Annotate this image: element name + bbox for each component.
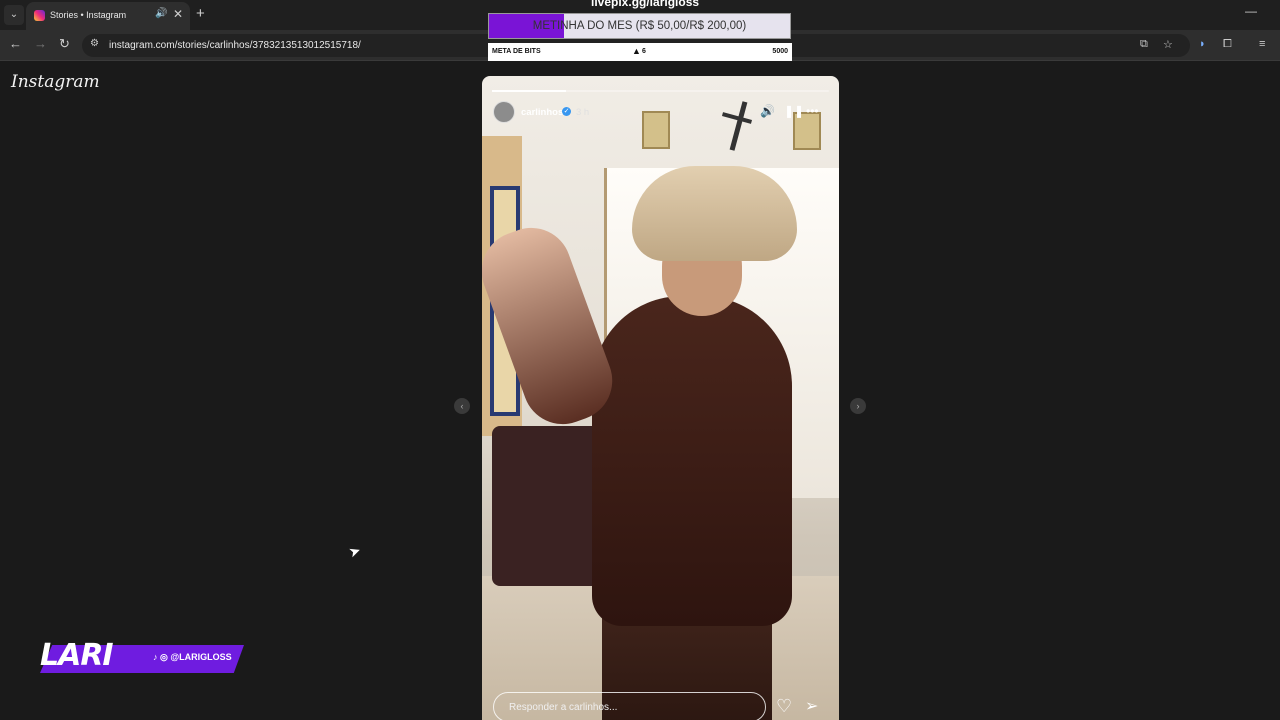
story-progress-bar — [492, 90, 829, 92]
story-username[interactable]: carlinhos — [521, 107, 563, 118]
menu-icon[interactable]: ≡ — [1259, 38, 1265, 50]
close-icon[interactable]: ✕ — [173, 7, 183, 21]
bits-target: 5000 — [772, 48, 788, 55]
more-icon[interactable]: ••• — [806, 104, 819, 118]
avatar[interactable] — [493, 101, 515, 123]
puzzle-icon[interactable]: ⧠ — [1223, 38, 1232, 51]
tab-title: Stories • Instagram — [50, 10, 127, 20]
streamer-handle: @LARIGLOSS — [170, 652, 232, 662]
tab-stories[interactable]: Stories • Instagram 🔊 ✕ — [26, 2, 190, 30]
bits-goal-bar: META DE BITS ▲ 6 5000 — [488, 43, 792, 61]
story-time: 3 h — [576, 107, 590, 118]
reply-input[interactable]: Responder a carlinhos... — [493, 692, 766, 720]
instagram-icon: ◎ — [160, 652, 168, 662]
triangle-icon: ▲ — [632, 46, 641, 56]
instagram-icon — [34, 10, 45, 21]
speaker-icon[interactable]: 🔊 — [760, 104, 775, 118]
instagram-logo[interactable]: Instagram — [11, 72, 100, 92]
story-cowboy-hat — [632, 166, 797, 261]
streamer-name: LARI — [40, 638, 114, 673]
send-icon[interactable]: ➢ — [805, 696, 818, 716]
install-icon[interactable]: ⧉ — [1140, 38, 1148, 51]
next-story-button[interactable]: › — [850, 398, 866, 414]
arrow-right-icon[interactable]: → — [34, 36, 47, 51]
tune-icon[interactable]: ⚙ — [90, 38, 99, 49]
goal-progress-bar: METINHA DO MES (R$ 50,00/R$ 200,00) — [488, 13, 791, 39]
plus-icon[interactable]: + — [196, 5, 205, 22]
chevron-down-icon[interactable]: ⌄ — [4, 5, 24, 25]
streamer-socials: ♪ ◎ @LARIGLOSS — [153, 652, 232, 663]
arrow-left-icon[interactable]: ← — [9, 36, 22, 51]
reply-placeholder: Responder a carlinhos... — [509, 702, 618, 713]
story-person-body — [592, 296, 792, 626]
bits-value: 6 — [642, 48, 646, 55]
extension-icon[interactable]: ◗ — [1199, 38, 1206, 50]
story-progress-fill — [492, 90, 567, 92]
url-text[interactable]: instagram.com/stories/carlinhos/37832135… — [109, 40, 361, 51]
goal-text: METINHA DO MES (R$ 50,00/R$ 200,00) — [532, 20, 747, 32]
reload-icon[interactable]: ↻ — [59, 36, 70, 52]
story-viewer[interactable]: carlinhos ✓ 3 h 🔊 ❚❚ ••• Responder a car… — [482, 76, 839, 720]
star-icon[interactable]: ☆ — [1163, 38, 1173, 51]
bits-label: META DE BITS — [492, 48, 541, 55]
pause-icon[interactable]: ❚❚ — [784, 104, 804, 118]
verified-icon: ✓ — [562, 107, 571, 116]
story-picture-frame — [642, 111, 670, 149]
story-chair — [492, 426, 607, 586]
story-cross — [729, 101, 748, 151]
minimize-icon[interactable]: — — [1245, 4, 1257, 18]
overlay-url: livepix.gg/larigloss — [591, 0, 700, 9]
mouse-cursor-icon: ➤ — [346, 541, 363, 561]
heart-icon[interactable]: ♡ — [776, 696, 792, 717]
tiktok-icon: ♪ — [153, 652, 158, 662]
previous-story-button[interactable]: ‹ — [454, 398, 470, 414]
speaker-icon[interactable]: 🔊 — [155, 8, 167, 19]
